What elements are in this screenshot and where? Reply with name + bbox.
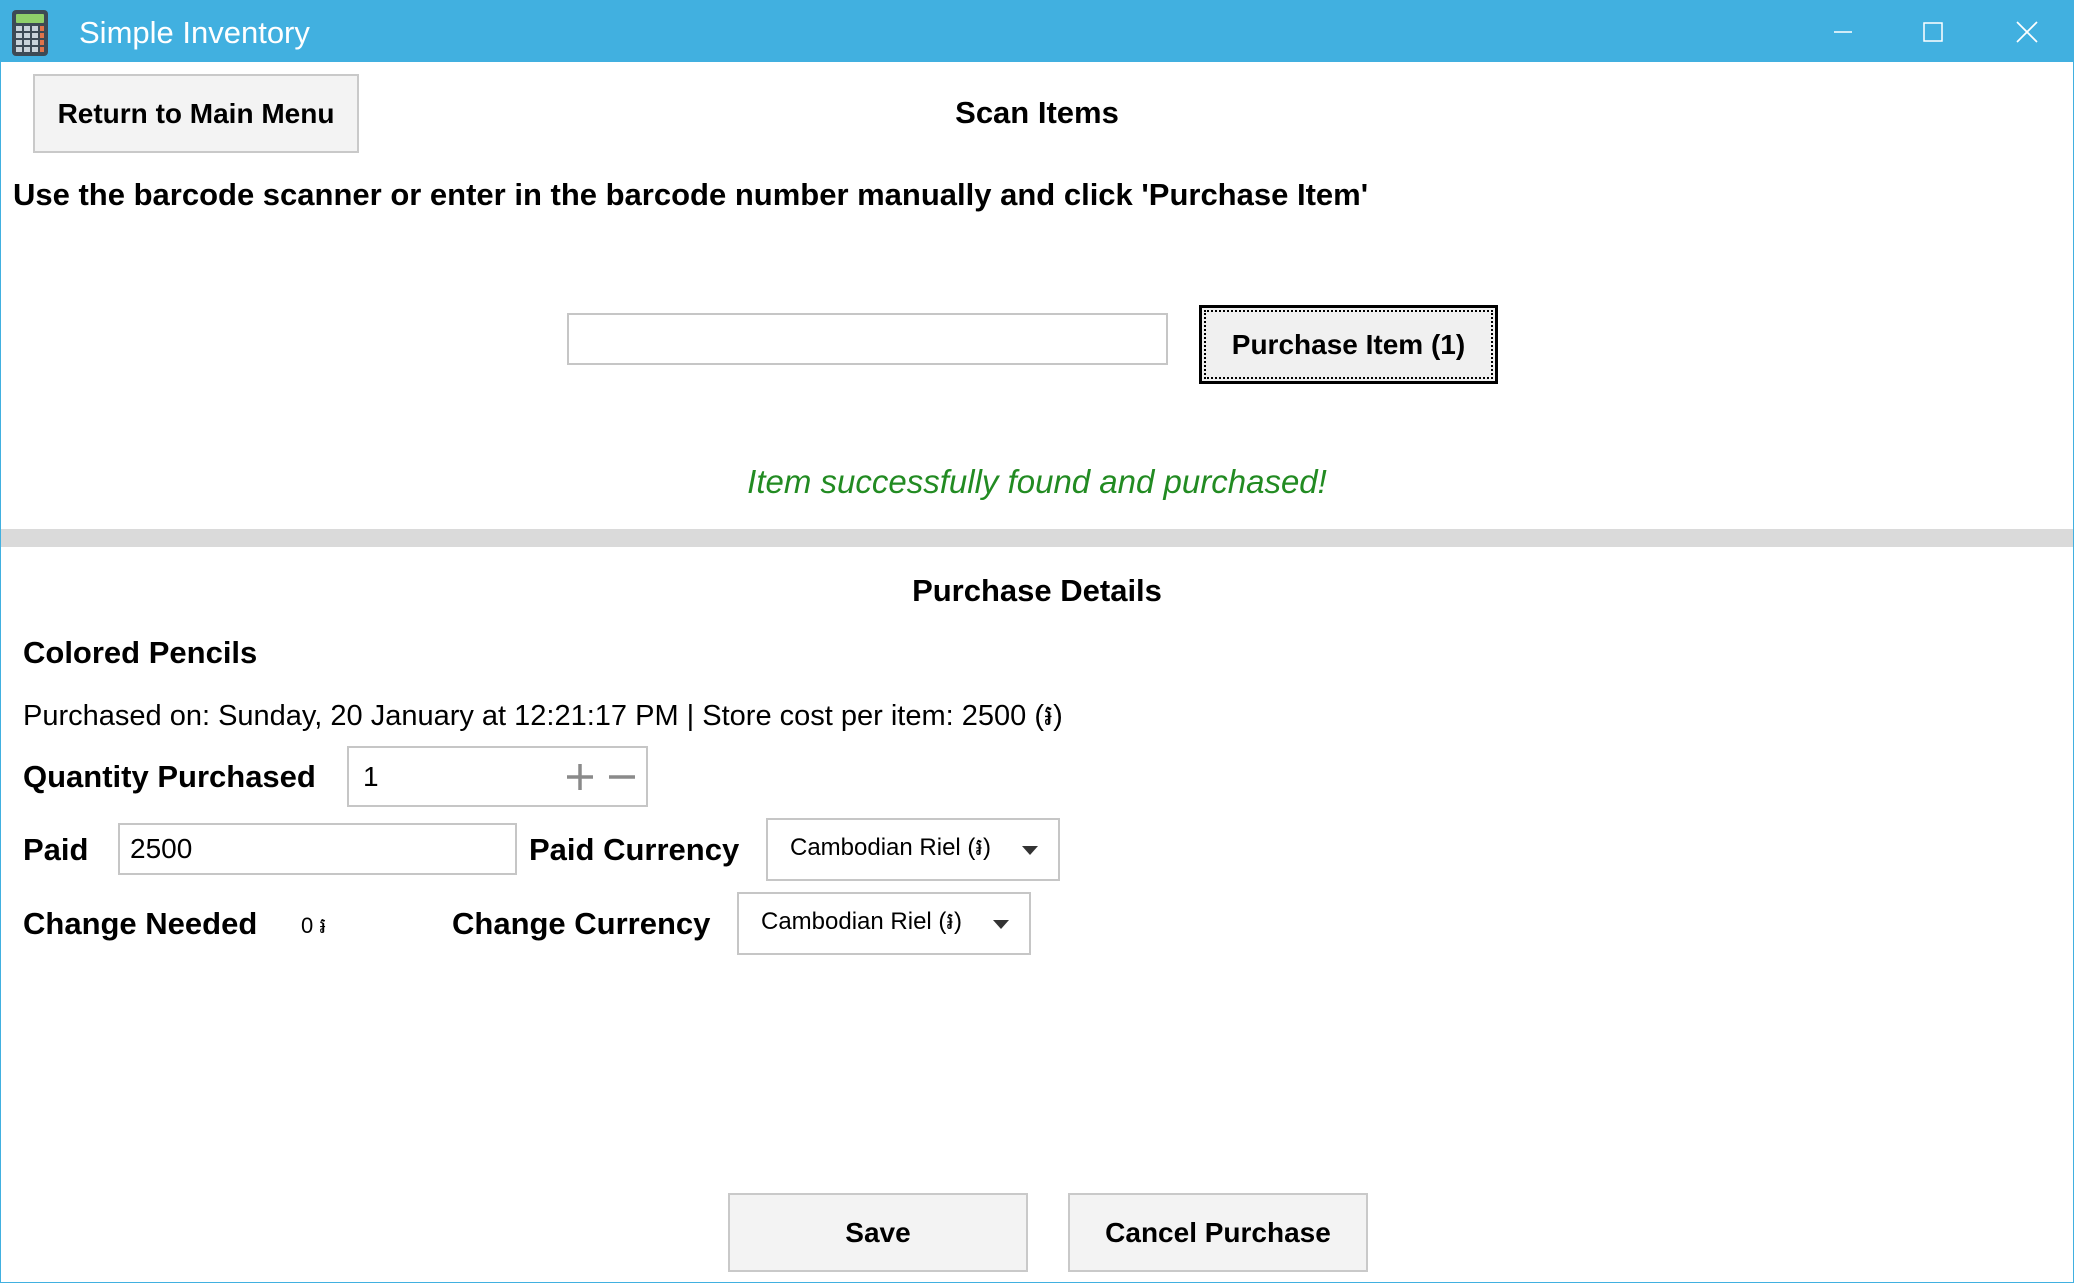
close-icon xyxy=(2015,20,2039,44)
paid-input[interactable]: 2500 xyxy=(118,823,517,875)
purchase-info: Purchased on: Sunday, 20 January at 12:2… xyxy=(23,700,1063,732)
paid-currency-value: Cambodian Riel (៛) xyxy=(790,834,992,861)
paid-label: Paid xyxy=(23,832,89,867)
change-needed-value: 0 ៛ xyxy=(301,913,327,938)
scan-items-heading: Scan Items xyxy=(955,95,1119,130)
chevron-down-icon xyxy=(993,919,1009,929)
barcode-input[interactable] xyxy=(567,313,1168,365)
minimize-button[interactable] xyxy=(1797,1,1889,62)
save-button[interactable]: Save xyxy=(728,1193,1028,1272)
purchase-item-button[interactable]: Purchase Item (1) xyxy=(1199,305,1498,384)
calculator-icon xyxy=(11,9,49,57)
close-button[interactable] xyxy=(1981,1,2073,62)
change-currency-value: Cambodian Riel (៛) xyxy=(761,908,963,935)
window-title: Simple Inventory xyxy=(79,15,310,50)
section-divider xyxy=(1,529,2073,547)
app-window: Simple Inventory Return to Main Menu Sca… xyxy=(0,0,2074,1283)
paid-currency-select[interactable]: Cambodian Riel (៛) xyxy=(766,818,1060,881)
quantity-value: 1 xyxy=(363,760,379,792)
minimize-icon xyxy=(1833,22,1853,42)
change-currency-select[interactable]: Cambodian Riel (៛) xyxy=(737,892,1031,955)
quantity-label: Quantity Purchased xyxy=(23,759,316,794)
change-currency-label: Change Currency xyxy=(452,906,711,941)
plus-icon[interactable] xyxy=(565,762,595,799)
purchase-details-heading: Purchase Details xyxy=(912,573,1162,608)
chevron-down-icon xyxy=(1022,845,1038,855)
scan-instructions: Use the barcode scanner or enter in the … xyxy=(13,177,1369,212)
quantity-stepper[interactable]: 1 xyxy=(347,746,648,807)
maximize-button[interactable] xyxy=(1887,1,1979,62)
cancel-purchase-button[interactable]: Cancel Purchase xyxy=(1068,1193,1368,1272)
minus-icon[interactable] xyxy=(607,762,637,799)
title-bar[interactable]: Simple Inventory xyxy=(1,1,2073,62)
item-name: Colored Pencils xyxy=(23,635,258,670)
paid-currency-label: Paid Currency xyxy=(529,832,740,867)
maximize-icon xyxy=(1922,21,1944,43)
status-message: Item successfully found and purchased! xyxy=(747,463,1327,500)
change-needed-label: Change Needed xyxy=(23,906,258,941)
